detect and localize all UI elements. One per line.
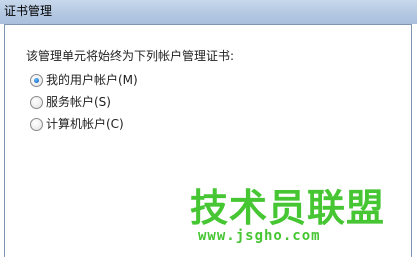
account-prompt: 该管理单元将始终为下列帐户管理证书: — [26, 49, 235, 63]
radio-label-my-user-account[interactable]: 我的用户帐户(M) — [46, 73, 138, 87]
radio-my-user-account[interactable]: 我的用户帐户(M) — [30, 72, 138, 88]
radio-button-icon[interactable] — [30, 117, 43, 131]
radio-computer-account[interactable]: 计算机帐户(C) — [30, 116, 124, 132]
window-title: 证书管理 — [4, 4, 53, 18]
watermark-title: 技术员联盟 — [190, 186, 386, 230]
radio-selected-dot-icon — [34, 77, 39, 83]
watermark: 技术员联盟 www.jsgho.com — [190, 188, 384, 248]
radio-service-account[interactable]: 服务帐户(S) — [30, 94, 111, 110]
watermark-url: www.jsgho.com — [198, 228, 321, 244]
radio-label-service-account[interactable]: 服务帐户(S) — [46, 95, 111, 109]
title-bar: 证书管理 — [0, 0, 417, 24]
radio-button-icon[interactable] — [30, 73, 43, 87]
radio-label-computer-account[interactable]: 计算机帐户(C) — [46, 117, 124, 131]
radio-button-icon[interactable] — [30, 95, 43, 109]
